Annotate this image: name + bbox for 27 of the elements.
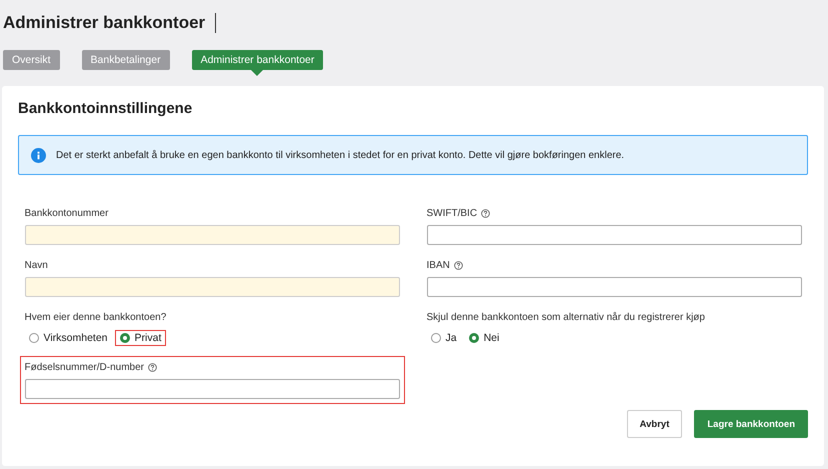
save-button[interactable]: Lagre bankkontoen: [694, 410, 808, 438]
tab-pointer-icon: [251, 70, 264, 76]
field-label: Bankkontonummer: [24, 208, 108, 218]
input-field[interactable]: [24, 378, 400, 398]
card-title: Bankkontoinnstillingene: [18, 100, 194, 117]
field-label: IBAN: [426, 260, 450, 270]
tab[interactable]: Administrer bankkontoer: [192, 50, 324, 70]
field-label: Skjul denne bankkontoen som alternativ når du registrerer kjøp: [426, 312, 705, 322]
field-label: Hvem eier denne bankkontoen?: [24, 312, 166, 322]
info-icon: [31, 148, 46, 162]
cancel-button[interactable]: Avbryt: [626, 410, 682, 438]
input-field[interactable]: [24, 276, 400, 296]
radio-option[interactable]: Ja: [426, 330, 461, 344]
help-icon[interactable]: [481, 208, 490, 218]
radio-option[interactable]: Privat: [116, 330, 166, 344]
field-label: SWIFT/BIC: [426, 208, 478, 218]
info-text: Det er sterkt anbefalt å bruke en egen bankkonto til virksomheten i stedet for en privat konto. Dette vil gjøre bokføringen enklere.: [56, 150, 624, 160]
help-icon[interactable]: [454, 260, 463, 270]
input-field[interactable]: [426, 276, 802, 296]
field-label: Navn: [24, 260, 48, 270]
page-title: Administrer bankkontoer: [3, 13, 206, 33]
radio-option[interactable]: Virksomheten: [24, 330, 112, 344]
radio-option[interactable]: Nei: [464, 330, 504, 344]
input-field[interactable]: [24, 224, 400, 244]
field-label: Fødselsnummer/D-number: [24, 362, 144, 372]
input-field[interactable]: [426, 224, 802, 244]
help-icon[interactable]: [148, 362, 157, 372]
